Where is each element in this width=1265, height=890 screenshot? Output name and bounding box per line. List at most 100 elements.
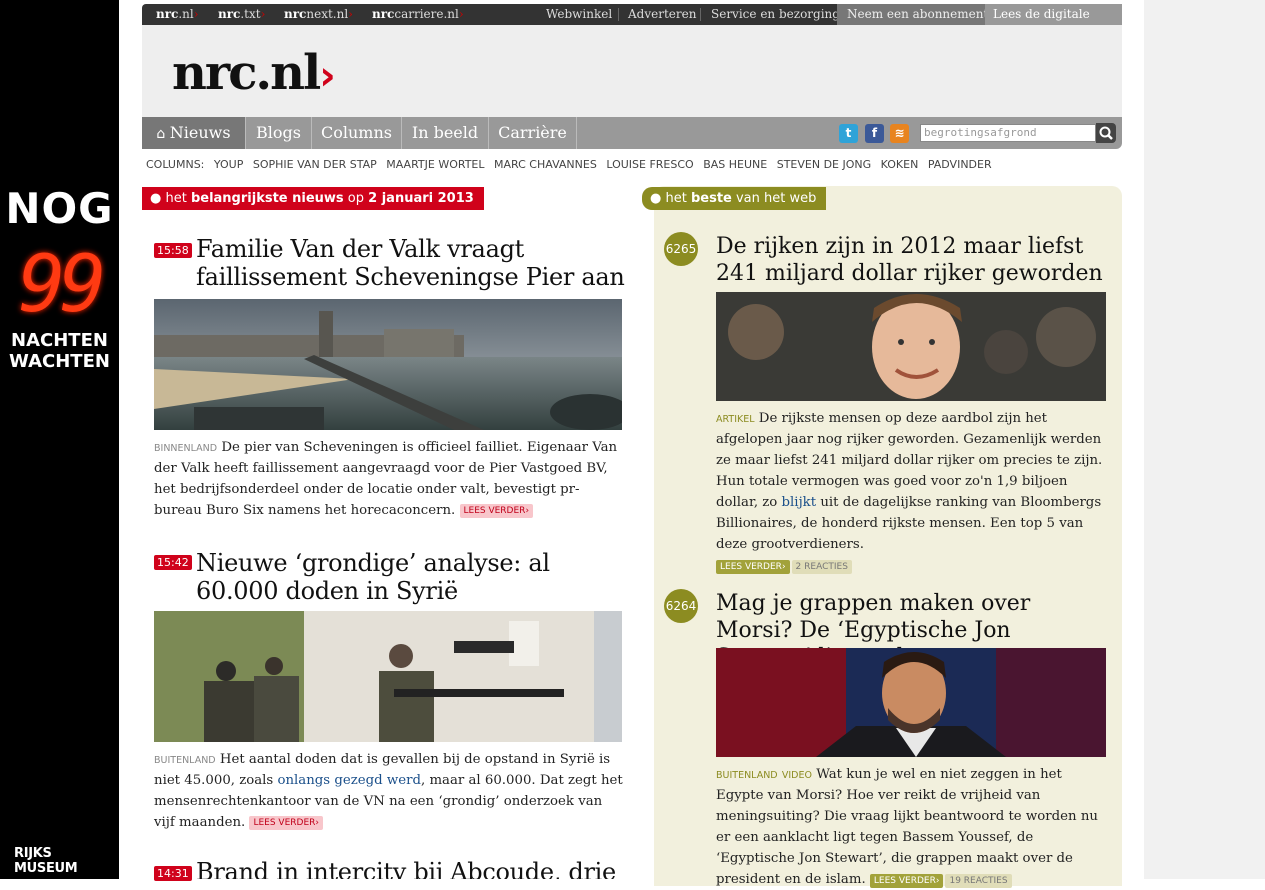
link-webwinkel[interactable]: Webwinkel xyxy=(546,4,612,25)
link-digitale-editie[interactable]: Lees de digitale editie xyxy=(985,4,1122,42)
site-header: nrc.nl› xyxy=(142,25,1122,117)
pier-image xyxy=(154,299,622,430)
link-adverteren[interactable]: Adverteren xyxy=(628,4,696,25)
syria-photo[interactable] xyxy=(154,611,622,742)
category-label[interactable]: BINNENLAND xyxy=(154,443,217,454)
column-link[interactable]: STEVEN DE JONG xyxy=(777,158,871,171)
news-summary: BUITENLAND Het aantal doden dat is geval… xyxy=(154,749,624,833)
read-more-label: LEES VERDER xyxy=(253,818,316,828)
summary-text: Wat kun je wel en niet zeggen in het Egy… xyxy=(716,767,1098,887)
site-rest: .txt xyxy=(240,7,261,21)
read-more-label: LEES VERDER xyxy=(463,506,526,516)
reactions-button[interactable]: 19 REACTIES xyxy=(945,874,1012,888)
network-bar: nrc.nl› nrc.txt› nrcnext.nl› nrccarriere… xyxy=(142,4,1122,42)
badge-text: op xyxy=(343,191,369,206)
right-margin xyxy=(1144,0,1265,879)
site-link-nrc-nl[interactable]: nrc.nl› xyxy=(156,4,199,25)
column-link[interactable]: SOPHIE VAN DER STAP xyxy=(253,158,377,171)
site-bold: nrc xyxy=(372,7,395,21)
nav-item-in-beeld[interactable]: In beeld xyxy=(402,117,489,149)
site-rest: carriere.nl xyxy=(394,7,459,21)
bullet-icon: ● xyxy=(650,191,666,206)
logo-tld: nl xyxy=(270,45,321,101)
columns-bar: COLUMNS: YOUP SOPHIE VAN DER STAP MAARTJ… xyxy=(146,158,998,171)
site-link-nrc-txt[interactable]: nrc.txt› xyxy=(218,4,265,25)
column-link[interactable]: MARC CHAVANNES xyxy=(494,158,597,171)
nav-item-blogs[interactable]: Blogs xyxy=(246,117,312,149)
section-badge-web: ● het beste van het web xyxy=(642,187,827,210)
badge-strong: belangrijkste nieuws xyxy=(190,191,344,206)
column-link[interactable]: YOUP xyxy=(214,158,243,171)
news-title[interactable]: Familie Van der Valk vraagt faillissemen… xyxy=(196,235,636,291)
news-time: 15:42 xyxy=(154,555,192,570)
site-link-nrcnext[interactable]: nrcnext.nl› xyxy=(284,4,353,25)
bullet-icon: ● xyxy=(150,191,166,206)
search-button[interactable] xyxy=(1096,123,1116,143)
read-more-label: LEES VERDER xyxy=(720,562,782,572)
nav-item-columns[interactable]: Columns xyxy=(312,117,402,149)
twitter-icon[interactable]: t xyxy=(839,124,858,143)
badge-date: 2 januari 2013 xyxy=(368,191,474,206)
divider xyxy=(618,8,619,21)
category-label[interactable]: BUITENLAND xyxy=(154,755,216,766)
column-link[interactable]: KOKEN xyxy=(881,158,919,171)
web-summary: ARTIKEL De rijkste mensen op deze aardbo… xyxy=(716,408,1112,576)
chevron-right-icon: › xyxy=(348,7,353,21)
reactions-button[interactable]: 2 REACTIES xyxy=(791,560,852,574)
category-label[interactable]: BUITENLAND xyxy=(716,770,778,781)
web-title[interactable]: De rijken zijn in 2012 maar liefst 241 m… xyxy=(716,233,1108,287)
logo-name: nrc xyxy=(172,45,257,101)
column-link[interactable]: BAS HEUNE xyxy=(703,158,767,171)
badge-text: van het web xyxy=(731,191,817,206)
logo-dot: . xyxy=(255,45,272,101)
chevron-right-icon: › xyxy=(458,7,464,21)
news-summary: BINNENLAND De pier van Scheveningen is o… xyxy=(154,437,624,521)
youssef-image xyxy=(716,648,1106,757)
home-icon: ⌂ xyxy=(156,126,170,142)
news-title[interactable]: Nieuwe ‘grondige’ analyse: al 60.000 dod… xyxy=(196,549,636,605)
news-title[interactable]: Brand in intercity bij Abcoude, drie xyxy=(196,858,636,879)
divider xyxy=(700,8,701,21)
web-item-number: 6265 xyxy=(664,232,698,266)
column-link[interactable]: MAARTJE WORTEL xyxy=(386,158,484,171)
inline-link[interactable]: blijkt xyxy=(782,495,817,510)
column-link[interactable]: PADVINDER xyxy=(928,158,992,171)
link-abonnement[interactable]: Neem een abonnement xyxy=(837,4,999,25)
read-more-button[interactable]: LEES VERDER› xyxy=(459,504,534,518)
search-icon xyxy=(1099,126,1113,140)
column-link[interactable]: LOUISE FRESCO xyxy=(606,158,693,171)
read-more-button[interactable]: LEES VERDER› xyxy=(869,874,944,888)
ad-nog-text: NOG xyxy=(5,184,114,233)
columns-label: COLUMNS: xyxy=(146,158,205,171)
ad-countdown-number: 99 xyxy=(18,240,107,330)
site-rest: .nl xyxy=(178,7,194,21)
section-badge-news: ● het belangrijkste nieuws op 2 januari … xyxy=(142,187,484,210)
nav-item-carriere[interactable]: Carrière xyxy=(489,117,577,149)
ad-line1: NACHTEN xyxy=(11,330,108,351)
nrc-logo[interactable]: nrc.nl› xyxy=(172,45,336,101)
pier-photo[interactable] xyxy=(154,299,622,430)
inline-link[interactable]: onlangs gezegd werd xyxy=(277,773,421,788)
chevron-right-icon: › xyxy=(260,7,266,21)
site-bold: nrc xyxy=(284,7,307,21)
read-more-button[interactable]: LEES VERDER› xyxy=(716,560,790,574)
youssef-photo[interactable] xyxy=(716,648,1106,757)
category-label[interactable]: VIDEO xyxy=(782,770,812,781)
read-more-button[interactable]: LEES VERDER› xyxy=(249,816,324,830)
search-input[interactable]: begrotingsafgrond xyxy=(920,124,1096,142)
site-link-nrccarriere[interactable]: nrccarriere.nl› xyxy=(372,4,464,25)
nav-label: Nieuws xyxy=(169,123,231,142)
site-rest: next.nl xyxy=(306,7,349,21)
syria-image xyxy=(154,611,622,742)
category-label[interactable]: ARTIKEL xyxy=(716,414,755,425)
rijksmuseum-ad[interactable]: NOG 99 NACHTEN WACHTEN RIJKS MUSEUM xyxy=(0,0,119,879)
link-service[interactable]: Service en bezorging xyxy=(711,4,840,25)
rss-icon[interactable]: ≋ xyxy=(890,124,909,143)
facebook-icon[interactable]: f xyxy=(865,124,884,143)
nav-item-nieuws[interactable]: ⌂ Nieuws xyxy=(142,117,246,149)
logo-chevron-icon: › xyxy=(319,53,336,99)
site-bold: nrc xyxy=(156,7,179,21)
badge-text: het xyxy=(665,191,691,206)
zuckerberg-photo[interactable] xyxy=(716,292,1106,401)
web-summary: BUITENLAND VIDEO Wat kun je wel en niet … xyxy=(716,764,1112,890)
